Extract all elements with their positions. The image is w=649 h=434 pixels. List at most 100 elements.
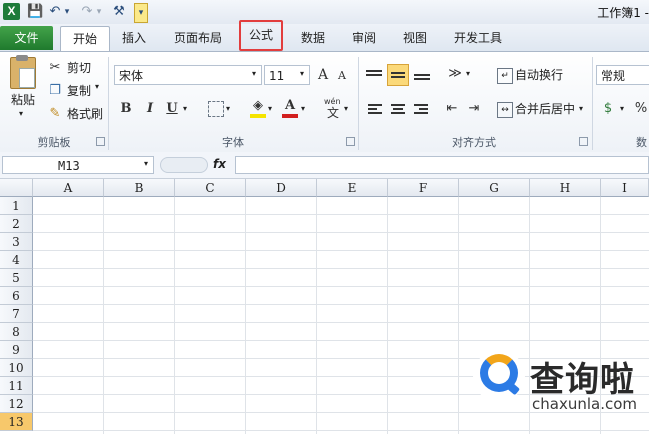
window-title: 工作簿1 - (597, 6, 649, 20)
currency-icon[interactable]: $ (599, 99, 617, 119)
customize-toolbar-icon[interactable]: ▾ (134, 3, 148, 23)
percent-button[interactable]: % (634, 99, 648, 119)
borders-dropdown-icon[interactable]: ▾ (226, 104, 230, 113)
font-color-icon[interactable]: A (282, 96, 298, 116)
merge-dropdown-icon[interactable]: ▾ (579, 104, 583, 113)
tab-view[interactable]: 视图 (395, 26, 435, 50)
scissors-icon[interactable]: ✂ (48, 58, 62, 78)
font-size-dropdown-icon[interactable]: ▾ (300, 69, 304, 78)
paste-button[interactable]: 粘贴 (11, 90, 35, 110)
insert-function-icon[interactable]: fx (213, 157, 226, 171)
row-header-4[interactable]: 4 (0, 251, 33, 269)
grow-font-icon[interactable]: A (315, 65, 331, 85)
tab-developer[interactable]: 开发工具 (446, 26, 510, 50)
align-top-icon[interactable] (366, 68, 382, 78)
group-label-font: 字体 (222, 136, 244, 149)
font-name-box[interactable]: 宋体 (114, 65, 262, 85)
format-painter-button[interactable]: 格式刷 (67, 104, 103, 124)
row-header-11[interactable]: 11 (0, 377, 33, 395)
column-header-h[interactable]: H (530, 179, 601, 197)
italic-button[interactable]: I (142, 99, 158, 119)
fill-color-icon[interactable]: ◈ (250, 96, 266, 116)
copy-button[interactable]: 复制 (67, 81, 91, 101)
font-name-dropdown-icon[interactable]: ▾ (252, 69, 256, 78)
format-painter-icon[interactable]: ✎ (48, 104, 62, 124)
underline-dropdown-icon[interactable]: ▾ (183, 104, 187, 113)
column-header-b[interactable]: B (104, 179, 175, 197)
alignment-dialog-launcher[interactable] (579, 137, 588, 146)
currency-dropdown-icon[interactable]: ▾ (620, 104, 624, 113)
tab-formulas[interactable]: 公式 (239, 20, 283, 51)
align-right-icon[interactable] (414, 102, 428, 116)
watermark-url: chaxunla.com (532, 395, 637, 413)
excel-app-icon[interactable]: X (3, 3, 20, 20)
copy-icon[interactable]: ❐ (48, 81, 62, 101)
formula-bar-splitter[interactable] (160, 157, 208, 173)
row-header-1[interactable]: 1 (0, 197, 33, 215)
row-header-9[interactable]: 9 (0, 341, 33, 359)
align-bottom-icon[interactable] (414, 72, 430, 82)
group-separator (592, 57, 593, 150)
row-header-7[interactable]: 7 (0, 305, 33, 323)
row-header-8[interactable]: 8 (0, 323, 33, 341)
phonetic-icon[interactable]: 文 (325, 103, 341, 123)
decrease-indent-icon[interactable]: ⇤ (444, 99, 460, 119)
save-icon[interactable]: 💾 (27, 3, 43, 21)
row-header-3[interactable]: 3 (0, 233, 33, 251)
cut-button[interactable]: 剪切 (67, 58, 91, 78)
wrap-text-icon[interactable]: ↵ (497, 68, 513, 84)
number-format-box[interactable]: 常规 (596, 65, 649, 85)
shrink-font-icon[interactable]: A (335, 66, 349, 86)
row-header-5[interactable]: 5 (0, 269, 33, 287)
tab-insert[interactable]: 插入 (114, 26, 154, 50)
copy-dropdown-icon[interactable]: ▾ (95, 82, 99, 91)
merge-center-button[interactable]: 合并后居中 (515, 99, 575, 119)
borders-icon[interactable] (208, 101, 224, 117)
column-header-f[interactable]: F (388, 179, 459, 197)
tab-file[interactable]: 文件 (0, 26, 53, 50)
row-header-13[interactable]: 13 (0, 413, 33, 431)
tab-review[interactable]: 审阅 (344, 26, 384, 50)
redo-dropdown-icon[interactable]: ▾ (95, 3, 103, 21)
row-header-6[interactable]: 6 (0, 287, 33, 305)
tab-home[interactable]: 开始 (60, 26, 110, 51)
group-label-number: 数 (636, 136, 647, 149)
phonetic-dropdown-icon[interactable]: ▾ (344, 104, 348, 113)
column-header-i[interactable]: I (601, 179, 649, 197)
column-header-e[interactable]: E (317, 179, 388, 197)
fill-color-dropdown-icon[interactable]: ▾ (268, 104, 272, 113)
select-all-corner[interactable] (0, 179, 33, 197)
undo-dropdown-icon[interactable]: ▾ (63, 3, 71, 21)
name-box[interactable]: M13 (2, 156, 154, 174)
bold-button[interactable]: B (118, 99, 134, 119)
column-header-d[interactable]: D (246, 179, 317, 197)
column-header-a[interactable]: A (33, 179, 104, 197)
orientation-dropdown-icon[interactable]: ▾ (466, 69, 470, 78)
formula-input[interactable] (235, 156, 649, 174)
tab-page-layout[interactable]: 页面布局 (166, 26, 230, 50)
underline-button[interactable]: U (164, 99, 180, 119)
row-header-2[interactable]: 2 (0, 215, 33, 233)
paste-dropdown-icon[interactable]: ▾ (19, 109, 23, 118)
align-center-icon[interactable] (391, 102, 405, 116)
font-dialog-launcher[interactable] (346, 137, 355, 146)
undo-icon[interactable]: ↶ (48, 3, 62, 21)
tab-data[interactable]: 数据 (293, 26, 333, 50)
column-header-g[interactable]: G (459, 179, 530, 197)
paste-icon[interactable] (10, 55, 36, 89)
name-box-dropdown-icon[interactable]: ▾ (144, 159, 148, 168)
merge-center-icon[interactable]: ↔ (497, 102, 513, 118)
increase-indent-icon[interactable]: ⇥ (466, 99, 482, 119)
align-middle-icon[interactable] (387, 64, 409, 86)
group-label-clipboard: 剪贴板 (37, 136, 71, 149)
clipboard-dialog-launcher[interactable] (96, 137, 105, 146)
row-header-10[interactable]: 10 (0, 359, 33, 377)
orientation-icon[interactable]: ≫ (446, 64, 464, 84)
font-color-dropdown-icon[interactable]: ▾ (301, 104, 305, 113)
align-left-icon[interactable] (368, 102, 382, 116)
tools-icon[interactable]: ⚒ (110, 3, 128, 21)
row-header-12[interactable]: 12 (0, 395, 33, 413)
wrap-text-button[interactable]: 自动换行 (515, 65, 563, 85)
redo-icon[interactable]: ↷ (80, 3, 94, 21)
column-header-c[interactable]: C (175, 179, 246, 197)
